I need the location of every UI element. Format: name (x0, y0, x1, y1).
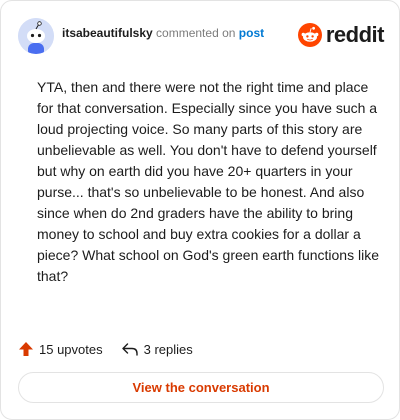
comment-meta: itsabeautifulsky commented on post (62, 26, 264, 40)
upvote-arrow-icon (19, 342, 33, 356)
reddit-wordmark: reddit (325, 22, 385, 47)
embedded-comment-card: itsabeautifulsky commented on post reddi… (0, 0, 400, 420)
reply-arrow-icon (121, 343, 138, 356)
upvote-count[interactable]: 15 upvotes (18, 341, 103, 357)
reddit-snoo-icon (297, 23, 322, 47)
comment-actions: 15 upvotes 3 replies (18, 338, 193, 360)
view-conversation-button[interactable]: View the conversation (18, 372, 384, 403)
comment-body: YTA, then and there were not the right t… (37, 79, 379, 284)
reply-count[interactable]: 3 replies (121, 341, 193, 357)
comment-header: itsabeautifulsky commented on post reddi… (18, 17, 385, 54)
comment-action-text: commented on (156, 26, 236, 40)
reply-count-label: 3 replies (143, 341, 193, 357)
snoo-avatar-icon[interactable] (18, 18, 54, 54)
post-link[interactable]: post (239, 26, 264, 40)
upvote-count-label: 15 upvotes (39, 341, 103, 357)
reddit-logo[interactable]: reddit (297, 22, 385, 48)
username-link[interactable]: itsabeautifulsky (62, 26, 153, 40)
